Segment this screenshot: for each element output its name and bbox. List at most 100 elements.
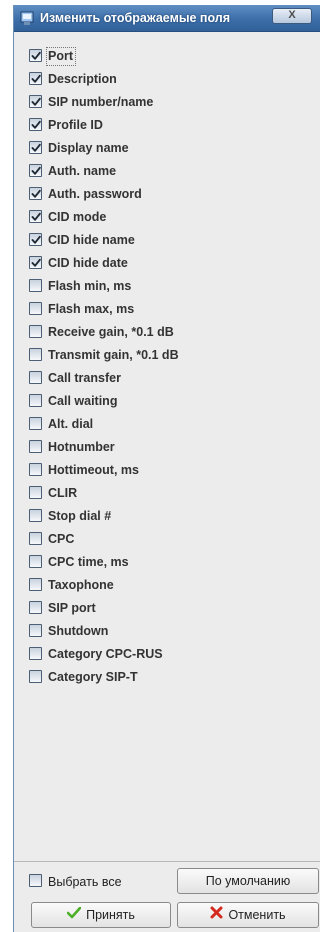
field-option[interactable]: CLIR [14,482,320,505]
field-option[interactable]: Port [14,45,320,68]
field-option[interactable]: SIP number/name [14,91,320,114]
cancel-button[interactable]: Отменить [177,902,319,928]
field-checkbox[interactable] [29,670,42,683]
field-option[interactable]: Profile ID [14,114,320,137]
field-option[interactable]: Auth. password [14,183,320,206]
field-option[interactable]: Auth. name [14,160,320,183]
field-checkbox[interactable] [29,95,42,108]
field-option[interactable]: Transmit gain, *0.1 dB [14,344,320,367]
field-checkbox[interactable] [29,210,42,223]
field-checkbox[interactable] [29,463,42,476]
field-checkbox[interactable] [29,486,42,499]
checkmark-icon [31,166,41,175]
field-checkbox[interactable] [29,348,42,361]
field-label: Shutdown [48,624,109,638]
field-label: Auth. name [48,164,117,178]
default-button[interactable]: По умолчанию [177,868,319,894]
field-option[interactable]: Receive gain, *0.1 dB [14,321,320,344]
field-label: Taxophone [48,578,114,592]
field-option[interactable]: CID hide name [14,229,320,252]
close-button[interactable]: X [272,8,312,24]
field-label: CID hide name [48,233,135,247]
field-checkbox[interactable] [29,164,42,177]
checkmark-icon [31,212,41,221]
field-option[interactable]: Hotnumber [14,436,320,459]
field-checkbox[interactable] [29,302,42,315]
window-app-icon [20,11,34,26]
field-checkbox[interactable] [29,141,42,154]
checkmark-icon [31,235,41,244]
field-option[interactable]: Category SIP-T [14,666,320,689]
field-label: Flash max, ms [48,302,135,316]
field-option[interactable]: CID mode [14,206,320,229]
field-checkbox[interactable] [29,49,42,62]
field-label: Category CPC-RUS [48,647,163,661]
field-label: Profile ID [48,118,103,132]
field-checkbox[interactable] [29,394,42,407]
accept-button-label: Принять [86,908,135,922]
field-option[interactable]: Flash max, ms [14,298,320,321]
checkmark-icon [31,74,41,83]
field-label: SIP number/name [48,95,154,109]
red-x-icon [210,903,223,927]
close-icon: X [288,9,296,21]
field-label: Hottimeout, ms [48,463,139,477]
footer-separator [14,861,320,862]
dialog-window: Изменить отображаемые поля X Port Descrip… [13,5,320,932]
select-all-option[interactable]: Выбрать все [14,867,174,895]
select-all-label: Выбрать все [48,875,122,889]
field-label: Flash min, ms [48,279,132,293]
check-icon [66,903,82,927]
field-checkbox[interactable] [29,325,42,338]
field-option[interactable]: Flash min, ms [14,275,320,298]
field-option[interactable]: CID hide date [14,252,320,275]
field-checkbox[interactable] [29,532,42,545]
checkmark-icon [31,51,41,60]
field-option[interactable]: Display name [14,137,320,160]
checkmark-icon [31,120,41,129]
field-checkbox[interactable] [29,509,42,522]
field-option[interactable]: Category CPC-RUS [14,643,320,666]
field-checkbox[interactable] [29,440,42,453]
field-option[interactable]: CPC time, ms [14,551,320,574]
field-label: CPC time, ms [48,555,129,569]
field-checkbox[interactable] [29,118,42,131]
field-option[interactable]: Call waiting [14,390,320,413]
field-label: SIP port [48,601,96,615]
field-checkbox[interactable] [29,72,42,85]
field-option[interactable]: SIP port [14,597,320,620]
field-option[interactable]: Hottimeout, ms [14,459,320,482]
field-option[interactable]: Shutdown [14,620,320,643]
field-label: CID mode [48,210,107,224]
accept-button[interactable]: Принять [31,902,171,928]
field-checkbox[interactable] [29,578,42,591]
field-option[interactable]: Call transfer [14,367,320,390]
field-checkbox[interactable] [29,233,42,246]
field-checkbox[interactable] [29,417,42,430]
field-label: Auth. password [48,187,142,201]
field-label: Description [48,72,117,86]
field-option[interactable]: Description [14,68,320,91]
field-option[interactable]: Alt. dial [14,413,320,436]
checkmark-icon [31,258,41,267]
field-label: CID hide date [48,256,128,270]
title-bar[interactable]: Изменить отображаемые поля X [14,5,320,32]
field-option[interactable]: Stop dial # [14,505,320,528]
field-option[interactable]: CPC [14,528,320,551]
field-checkbox[interactable] [29,256,42,269]
field-checkbox[interactable] [29,601,42,614]
field-label: Hotnumber [48,440,115,454]
checkmark-icon [31,97,41,106]
field-checkbox[interactable] [29,624,42,637]
select-all-checkbox[interactable] [29,874,42,887]
field-label: Stop dial # [48,509,112,523]
field-checkbox[interactable] [29,555,42,568]
window-title: Изменить отображаемые поля [40,11,231,25]
field-option[interactable]: Taxophone [14,574,320,597]
field-checkbox[interactable] [29,371,42,384]
field-checkbox[interactable] [29,187,42,200]
field-checkbox[interactable] [29,647,42,660]
field-checkbox[interactable] [29,279,42,292]
checkmark-icon [31,189,41,198]
focus-indicator [46,47,76,66]
